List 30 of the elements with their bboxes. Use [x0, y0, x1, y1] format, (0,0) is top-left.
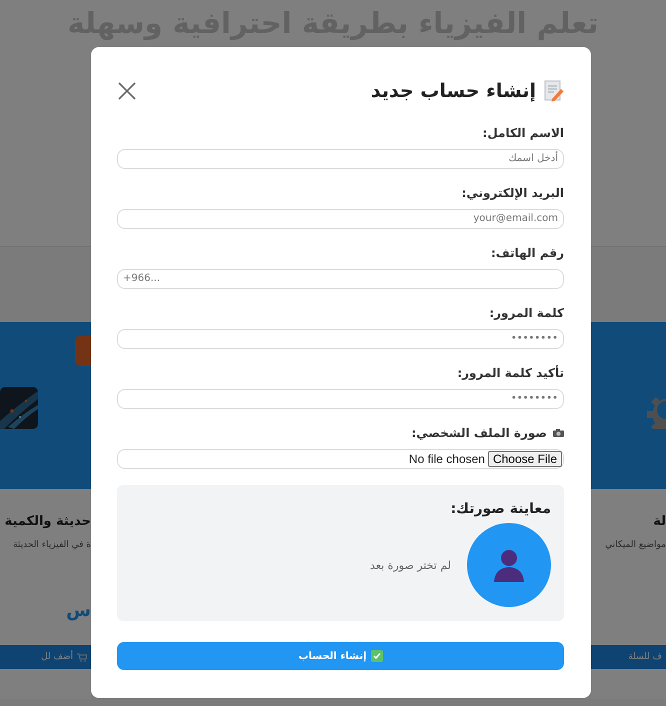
input-field[interactable]: ••••••••: [117, 329, 564, 349]
close-icon[interactable]: [117, 81, 137, 101]
field-label: تأكيد كلمة المرور:: [457, 365, 564, 381]
card-title: لة: [653, 514, 666, 529]
field-label: كلمة المرور:: [489, 305, 564, 321]
file-field[interactable]: No file chosen Choose File: [117, 449, 564, 469]
card-price: س: [66, 600, 91, 621]
input-field[interactable]: ••••••••: [117, 389, 564, 409]
field-label: الاسم الكامل:: [482, 125, 564, 141]
preview-message: لم تختر صورة بعد: [370, 558, 451, 572]
field-label: صورة الملف الشخصي:: [411, 425, 547, 441]
person-icon: [493, 548, 525, 582]
cart-icon: [77, 652, 87, 662]
dialog-title: إنشاء حساب جديد: [370, 80, 536, 102]
camera-icon: [553, 429, 564, 437]
choose-file-button[interactable]: Choose File: [488, 451, 562, 467]
field-label: رقم الهاتف:: [491, 245, 564, 261]
add-to-cart-button[interactable]: أضف لل: [0, 645, 91, 669]
card-description: ة في الفيزياء الحديثة: [12, 540, 91, 550]
create-account-button[interactable]: إنشاء الحساب: [117, 642, 564, 670]
preview-title: معاينة صورتك:: [450, 501, 551, 517]
add-to-cart-button[interactable]: ف للسلة: [591, 645, 666, 669]
memo-icon: [544, 80, 564, 102]
card-description: مواضيع الميكاني: [605, 540, 666, 550]
input-field[interactable]: your@email.com: [117, 209, 564, 229]
field-label: البريد الإلكتروني:: [462, 185, 564, 201]
card-title: حديثة والكمية: [4, 514, 91, 529]
input-field[interactable]: أدخل اسمك: [117, 149, 564, 169]
check-icon: [370, 650, 383, 662]
input-field[interactable]: +966...: [117, 269, 564, 289]
